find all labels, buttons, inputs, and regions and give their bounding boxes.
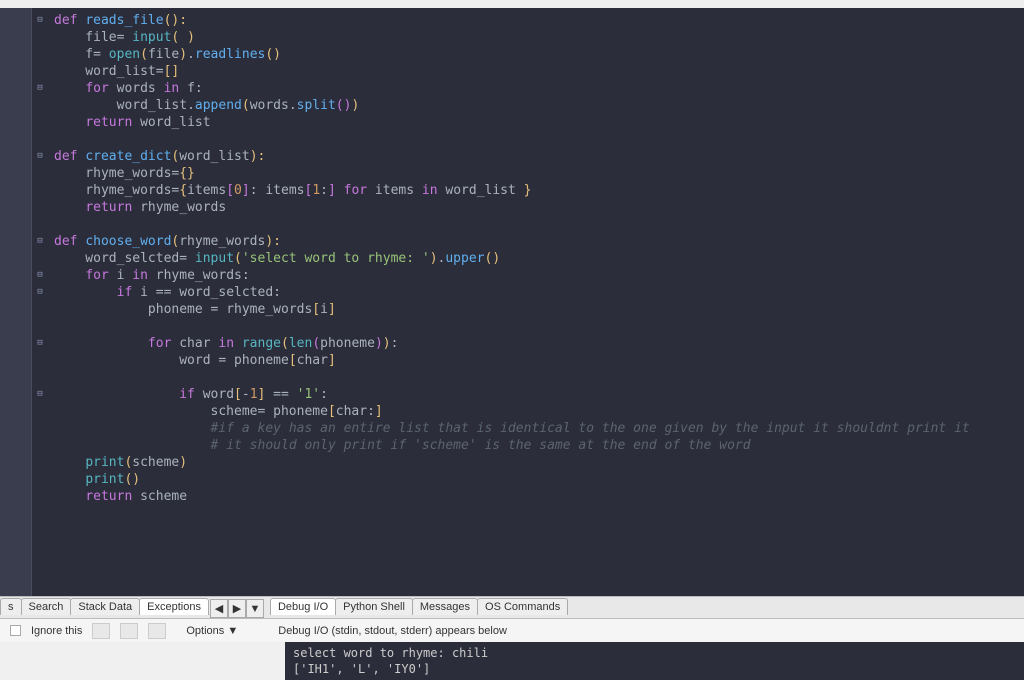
code-line[interactable]: def create_dict(word_list): xyxy=(54,148,1024,165)
code-line[interactable]: if word[-1] == '1': xyxy=(54,386,1024,403)
debug-console[interactable]: select word to rhyme: chili ['IH1', 'L',… xyxy=(285,642,1024,680)
code-line[interactable]: f= open(file).readlines() xyxy=(54,46,1024,63)
code-line[interactable]: word = phoneme[char] xyxy=(54,352,1024,369)
toolbar-btn-3[interactable] xyxy=(148,623,166,639)
code-line[interactable]: #if a key has an entire list that is ide… xyxy=(54,420,1024,437)
code-line[interactable]: def reads_file(): xyxy=(54,12,1024,29)
tab-exceptions[interactable]: Exceptions xyxy=(139,598,209,615)
code-line[interactable]: rhyme_words={items[0]: items[1:] for ite… xyxy=(54,182,1024,199)
code-line[interactable]: file= input( ) xyxy=(54,29,1024,46)
code-line[interactable]: word_list=[] xyxy=(54,63,1024,80)
code-line[interactable]: print() xyxy=(54,471,1024,488)
fold-icon[interactable] xyxy=(32,335,48,352)
debug-tabs: sSearchStack DataExceptions ◀ ▶ ▼ Debug … xyxy=(0,597,1024,619)
debug-toolbar: Ignore this Options ▼ Debug I/O (stdin, … xyxy=(0,619,1024,642)
tab-os-commands[interactable]: OS Commands xyxy=(477,598,568,615)
code-editor[interactable]: def reads_file(): file= input( ) f= open… xyxy=(0,8,1024,596)
code-line[interactable] xyxy=(54,131,1024,148)
code-line[interactable] xyxy=(54,318,1024,335)
ignore-label: Ignore this xyxy=(31,625,82,637)
fold-column xyxy=(32,8,48,596)
code-line[interactable] xyxy=(54,216,1024,233)
code-line[interactable]: for words in f: xyxy=(54,80,1024,97)
fold-icon[interactable] xyxy=(32,148,48,165)
fold-icon[interactable] xyxy=(32,267,48,284)
code-line[interactable]: if i == word_selcted: xyxy=(54,284,1024,301)
io-hint: Debug I/O (stdin, stdout, stderr) appear… xyxy=(278,625,507,637)
code-line[interactable]: return scheme xyxy=(54,488,1024,505)
tab-debug-i-o[interactable]: Debug I/O xyxy=(270,598,336,615)
fold-icon[interactable] xyxy=(32,233,48,250)
code-line[interactable]: for i in rhyme_words: xyxy=(54,267,1024,284)
top-strip xyxy=(0,0,1024,8)
options-label[interactable]: Options ▼ xyxy=(186,625,238,637)
tab-search[interactable]: Search xyxy=(21,598,72,615)
fold-icon[interactable] xyxy=(32,386,48,403)
code-content[interactable]: def reads_file(): file= input( ) f= open… xyxy=(48,8,1024,596)
tab-python-shell[interactable]: Python Shell xyxy=(335,598,413,615)
code-line[interactable]: print(scheme) xyxy=(54,454,1024,471)
fold-icon[interactable] xyxy=(32,12,48,29)
tab-s[interactable]: s xyxy=(0,598,22,615)
tab-next-button[interactable]: ▶ xyxy=(228,599,246,618)
code-line[interactable]: return rhyme_words xyxy=(54,199,1024,216)
code-line[interactable]: # it should only print if 'scheme' is th… xyxy=(54,437,1024,454)
code-line[interactable]: scheme= phoneme[char:] xyxy=(54,403,1024,420)
code-line[interactable] xyxy=(54,369,1024,386)
code-line[interactable]: phoneme = rhyme_words[i] xyxy=(54,301,1024,318)
toolbar-btn-2[interactable] xyxy=(120,623,138,639)
fold-icon[interactable] xyxy=(32,80,48,97)
code-line[interactable]: def choose_word(rhyme_words): xyxy=(54,233,1024,250)
editor-gutter xyxy=(0,8,32,596)
code-line[interactable]: rhyme_words={} xyxy=(54,165,1024,182)
tab-prev-button[interactable]: ◀ xyxy=(210,599,228,618)
tab-menu-button[interactable]: ▼ xyxy=(246,599,264,618)
fold-icon[interactable] xyxy=(32,284,48,301)
code-line[interactable]: word_list.append(words.split()) xyxy=(54,97,1024,114)
code-line[interactable]: for char in range(len(phoneme)): xyxy=(54,335,1024,352)
code-line[interactable]: return word_list xyxy=(54,114,1024,131)
tab-stack-data[interactable]: Stack Data xyxy=(70,598,140,615)
code-line[interactable]: word_selcted= input('select word to rhym… xyxy=(54,250,1024,267)
toolbar-btn-1[interactable] xyxy=(92,623,110,639)
tab-messages[interactable]: Messages xyxy=(412,598,478,615)
debug-panel: sSearchStack DataExceptions ◀ ▶ ▼ Debug … xyxy=(0,596,1024,680)
ignore-checkbox[interactable] xyxy=(10,625,21,636)
